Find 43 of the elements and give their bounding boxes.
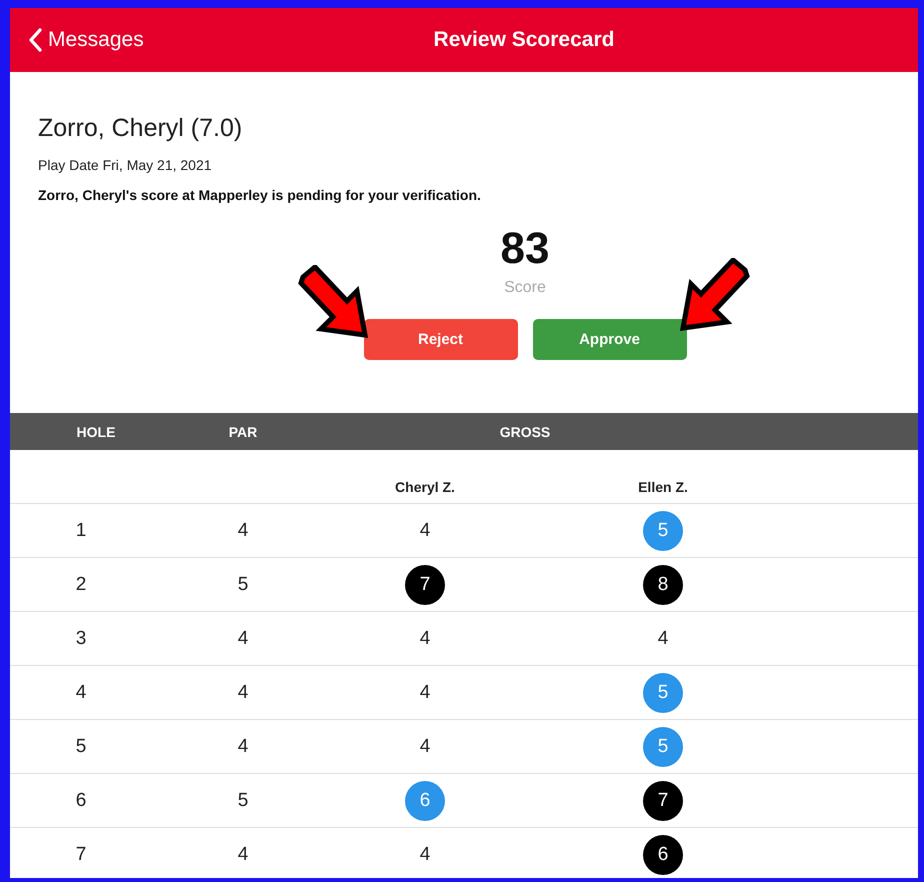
back-icon [28, 28, 42, 52]
par-value: 4 [238, 628, 248, 650]
approve-button[interactable]: Approve [532, 319, 686, 360]
gross-score: 5 [643, 726, 683, 766]
hole-number: 4 [76, 682, 86, 704]
gross-score: 4 [418, 626, 432, 650]
screen-title: Review Scorecard [432, 28, 614, 52]
gross-score: 4 [656, 626, 670, 650]
play-date: Play Date Fri, May 21, 2021 [38, 157, 213, 173]
back-button[interactable]: Messages [10, 20, 144, 60]
gross-score: 5 [643, 672, 683, 712]
par-value: 4 [238, 682, 248, 704]
player-column-header: Cheryl Z. [395, 479, 455, 495]
column-header: GROSS [498, 424, 552, 440]
hole-number: 7 [76, 844, 86, 866]
gross-score: 6 [405, 780, 445, 820]
gross-score: 4 [418, 680, 432, 704]
gross-score: 5 [643, 510, 683, 550]
player-name: Zorro, Cheryl (7.0) [38, 114, 244, 143]
par-value: 4 [238, 844, 248, 866]
gross-score: 7 [643, 780, 683, 820]
gross-score: 7 [405, 564, 445, 604]
gross-score: 6 [643, 834, 683, 874]
reject-button[interactable]: Reject [364, 319, 518, 360]
gross-score: 4 [418, 518, 432, 542]
score-label: Score [504, 279, 546, 297]
hole-number: 2 [76, 574, 86, 596]
hole-number: 5 [76, 736, 86, 758]
par-value: 5 [238, 790, 248, 812]
par-value: 4 [238, 520, 248, 542]
hole-number: 3 [76, 628, 86, 650]
total-score: 83 [500, 225, 550, 273]
gross-score: 8 [643, 564, 683, 604]
column-header: HOLE [76, 424, 116, 440]
gross-score: 4 [418, 842, 432, 866]
hole-number: 1 [76, 520, 86, 542]
gross-score: 4 [418, 734, 432, 758]
player-column-header: Ellen Z. [638, 479, 688, 495]
hole-number: 6 [76, 790, 86, 812]
verification-notice: Zorro, Cheryl's score at Mapperley is pending for your verification. [38, 187, 482, 203]
column-header: PAR [228, 424, 258, 440]
par-value: 4 [238, 736, 248, 758]
par-value: 5 [238, 574, 248, 596]
